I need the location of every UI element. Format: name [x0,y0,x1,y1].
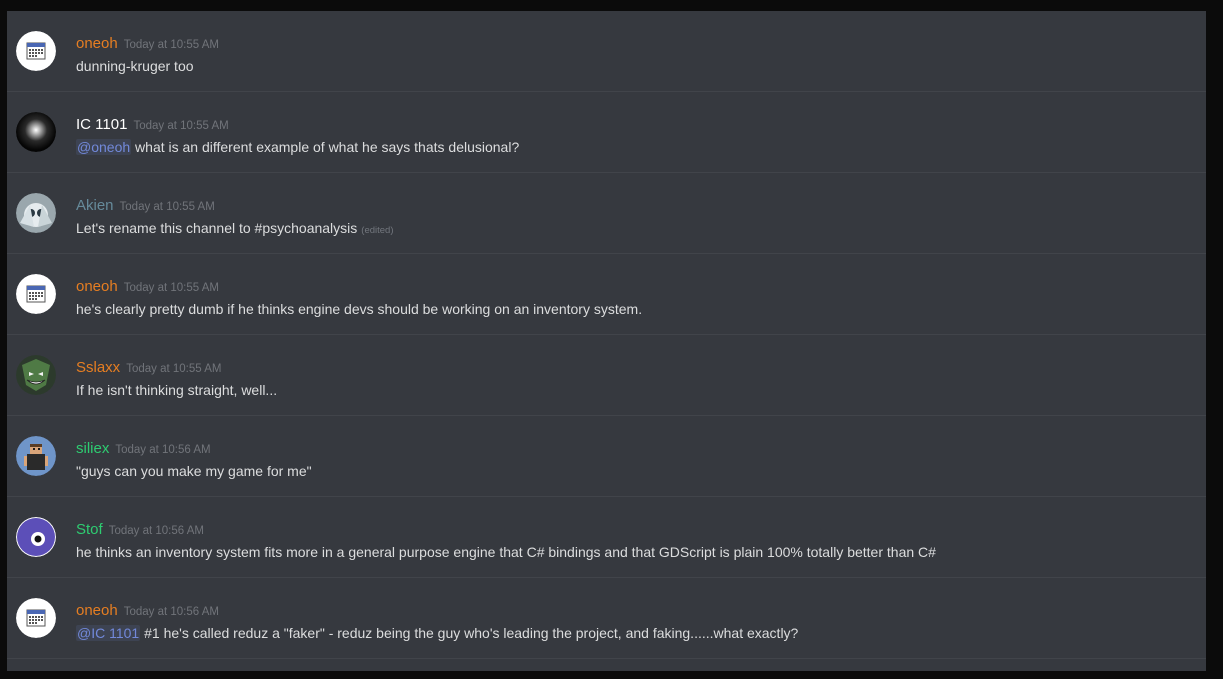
message-item: siliex Today at 10:56 AM "guys can you ma… [7,416,1206,497]
chat-message-list[interactable]: oneoh Today at 10:55 AM dunning-kruger to… [7,11,1206,671]
pixel-avatar[interactable] [16,436,56,476]
message-content: If he isn't thinking straight, well... [76,381,277,399]
username[interactable]: oneoh [76,602,118,619]
message-text: Let's rename this channel to #psychoanal… [76,220,358,236]
message-item: oneoh Today at 10:55 AM dunning-kruger to… [7,11,1206,92]
message-content: Let's rename this channel to #psychoanal… [76,219,394,240]
message-item: IC 1101 Today at 10:55 AM @oneoh what is … [7,92,1206,173]
timestamp: Today at 10:55 AM [126,363,222,375]
message-text: he thinks an inventory system fits more … [76,544,936,560]
message-text: #1 he's called reduz a "faker" - reduz b… [140,625,799,641]
message-text: "guys can you make my game for me" [76,463,312,479]
message-content: he's clearly pretty dumb if he thinks en… [76,300,642,318]
username[interactable]: siliex [76,440,109,457]
eye-avatar[interactable] [16,517,56,557]
calendar-icon[interactable] [16,31,56,71]
username[interactable]: IC 1101 [76,116,127,133]
message-item: oneoh Today at 10:55 AM he's clearly pret… [7,254,1206,335]
timestamp: Today at 10:55 AM [133,120,229,132]
user-mention[interactable]: @IC 1101 [76,625,141,641]
calendar-icon[interactable] [16,274,56,314]
message-item: oneoh Today at 10:56 AM @IC 1101 #1 he's … [7,578,1206,659]
timestamp: Today at 10:56 AM [123,606,219,618]
edited-label: (edited) [361,225,394,236]
goblin-avatar[interactable] [16,355,56,395]
timestamp: Today at 10:55 AM [119,201,215,213]
message-content: dunning-kruger too [76,57,194,75]
message-item: Akien Today at 10:55 AM Let's rename this… [7,173,1206,254]
message-text: If he isn't thinking straight, well... [76,382,278,398]
timestamp: Today at 10:56 AM [115,444,211,456]
message-text: he's clearly pretty dumb if he thinks en… [76,301,643,317]
username[interactable]: oneoh [76,35,118,52]
message-content: @oneoh what is an different example of w… [76,138,519,156]
timestamp: Today at 10:55 AM [123,282,219,294]
message-text: dunning-kruger too [76,58,194,74]
username[interactable]: Akien [76,197,114,214]
user-mention[interactable]: @oneoh [76,139,132,155]
message-text: what is an different example of what he … [131,139,520,155]
robot-avatar[interactable] [16,193,56,233]
galaxy-avatar[interactable] [16,112,56,152]
message-item: Sslaxx Today at 10:55 AM If he isn't thin… [7,335,1206,416]
message-item: Stof Today at 10:56 AM he thinks an inven… [7,497,1206,578]
timestamp: Today at 10:56 AM [108,525,204,537]
calendar-icon[interactable] [16,598,56,638]
username[interactable]: Sslaxx [76,359,120,376]
message-content: @IC 1101 #1 he's called reduz a "faker" … [76,624,798,642]
timestamp: Today at 10:55 AM [123,39,219,51]
message-content: "guys can you make my game for me" [76,462,312,480]
username[interactable]: oneoh [76,278,118,295]
username[interactable]: Stof [76,521,103,538]
message-content: he thinks an inventory system fits more … [76,543,936,561]
